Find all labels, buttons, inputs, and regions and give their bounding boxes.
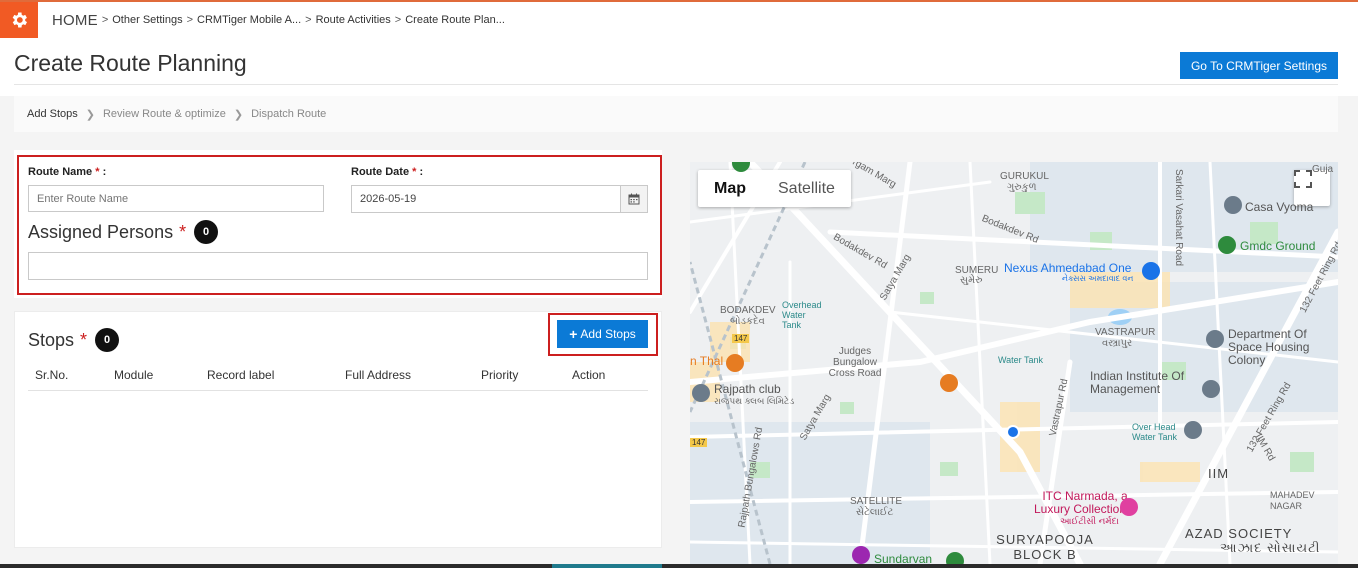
map-label-gmdc-ground: Gmdc Ground	[1240, 239, 1316, 253]
column-action: Action	[572, 368, 606, 382]
map-label-thal: n Thal	[690, 354, 724, 368]
map-label-bodakdev-guj: બોડકદેવ	[730, 316, 765, 327]
shopping-icon	[1142, 262, 1160, 280]
breadcrumb-separator: >	[101, 14, 109, 26]
map-label-gurukul: GURUKUL	[1000, 171, 1049, 182]
chevron-right-icon: ❯	[85, 108, 95, 121]
breadcrumb: HOME > Other Settings > CRMTiger Mobile …	[52, 12, 505, 29]
breadcrumb-other-settings[interactable]: Other Settings	[112, 14, 182, 26]
map-label-itc-guj: આઈટીસી નર્મદા	[1060, 516, 1119, 526]
route-date-value: 2026-05-19	[360, 193, 417, 205]
map-type-satellite-button[interactable]: Satellite	[762, 170, 851, 207]
step-dispatch-route[interactable]: Dispatch Route	[251, 108, 326, 120]
school-icon	[1202, 380, 1220, 398]
settings-gear-button[interactable]	[0, 2, 38, 38]
location-pin-icon	[1224, 196, 1242, 214]
chevron-right-icon: ❯	[233, 108, 244, 121]
current-location-icon	[1006, 425, 1020, 439]
map-label-satellite: SATELLITE	[850, 496, 903, 507]
breadcrumb-home[interactable]: HOME	[52, 12, 98, 29]
map-label-sarkari-vasahat-road: Sarkari Vasahat Road	[1173, 168, 1185, 267]
map-label-judges-bungalow: Judges Bungalow Cross Road	[828, 346, 882, 379]
cafe-icon	[940, 374, 958, 392]
map-label-azad-guj: આઝાદ સોસાયટી	[1220, 540, 1321, 555]
map-label-water-tank: Water Tank	[998, 355, 1044, 365]
map-label-satellite-guj: સેટેલાઈટ	[856, 507, 894, 518]
map-view[interactable]: Map Satellite rgam Marg GURUKUL ગુરુકુળ …	[690, 162, 1338, 564]
map-label-mahadev-nagar: MAHADEV NAGAR	[1270, 490, 1315, 511]
gear-icon	[12, 12, 28, 28]
map-type-toggle: Map Satellite	[698, 170, 851, 207]
map-label-rajpath-club: Rajpath club	[714, 382, 781, 396]
park-icon	[946, 552, 964, 564]
route-name-input[interactable]	[28, 185, 324, 212]
breadcrumb-separator: >	[186, 14, 194, 26]
step-add-stops[interactable]: Add Stops	[27, 108, 78, 120]
route-date-label: Route Date * :	[351, 166, 424, 178]
stops-table-header: Sr.No. Module Record label Full Address …	[28, 360, 648, 391]
map-label-overhead-water-tank-2: Over Head Water Tank	[1132, 422, 1178, 442]
header-divider	[14, 84, 1338, 85]
school-icon	[1184, 421, 1202, 439]
plus-icon: +	[569, 326, 578, 342]
calendar-button[interactable]	[620, 186, 647, 212]
column-priority: Priority	[481, 368, 519, 382]
column-full-address: Full Address	[345, 368, 412, 382]
map-label-sumeru-guj: સુમેરુ	[960, 275, 983, 286]
column-sr-no: Sr.No.	[35, 368, 69, 382]
fullscreen-icon	[1294, 170, 1312, 188]
route-badge-147-b: 147	[690, 438, 708, 447]
column-module: Module	[114, 368, 154, 382]
map-label-overhead-water-tank-1: Overhead Water Tank	[782, 300, 822, 330]
breadcrumb-separator: >	[394, 14, 402, 26]
wizard-steps: Add Stops ❯ Review Route & optimize ❯ Di…	[14, 96, 1338, 132]
restaurant-icon	[726, 354, 744, 372]
map-label-suryapooja: SURYAPOOJA BLOCK B	[996, 532, 1094, 562]
column-record-label: Record label	[207, 368, 275, 382]
map-label-vastrapur-guj: વસ્ત્રાપુર	[1102, 338, 1133, 349]
map-label-bodakdev: BODAKDEV	[720, 305, 776, 316]
stops-title: Stops * 0	[28, 328, 120, 352]
map-label-department-of-space: Department Of Space Housing Colony	[1228, 327, 1310, 367]
hotel-icon	[1120, 498, 1138, 516]
step-review-route[interactable]: Review Route & optimize	[103, 108, 226, 120]
location-pin-icon	[1206, 330, 1224, 348]
map-label-rajpath-guj: રાજપથ ક્લબ લિમિટેડ	[714, 396, 795, 406]
go-to-crmtiger-settings-button[interactable]: Go To CRMTiger Settings	[1180, 52, 1338, 79]
bottom-strip	[0, 564, 1358, 568]
map-label-iim-institute: Indian Institute Of Management	[1090, 369, 1185, 396]
assigned-count-badge: 0	[194, 220, 219, 244]
map-label-vastrapur: VASTRAPUR	[1095, 327, 1156, 338]
route-badge-147-a: 147	[732, 334, 750, 343]
breadcrumb-crmtiger-mobile[interactable]: CRMTiger Mobile A...	[197, 14, 301, 26]
page-header: Create Route Planning Go To CRMTiger Set…	[0, 38, 1358, 96]
breadcrumb-route-activities[interactable]: Route Activities	[316, 14, 391, 26]
breadcrumb-create-route-plan: Create Route Plan...	[405, 14, 505, 26]
map-label-gurukul-guj: ગુરુકુળ	[1007, 182, 1037, 193]
park-icon	[1218, 236, 1236, 254]
location-pin-icon	[692, 384, 710, 402]
breadcrumb-separator: >	[305, 14, 312, 26]
map-type-map-button[interactable]: Map	[698, 170, 762, 207]
map-label-azad-society: AZAD SOCIETY	[1185, 526, 1293, 541]
calendar-icon	[628, 193, 640, 205]
stops-count-badge: 0	[95, 328, 120, 352]
map-label-casa-vyoma: Casa Vyoma	[1245, 200, 1314, 214]
route-date-input[interactable]: 2026-05-19	[351, 185, 648, 213]
assigned-persons-label: Assigned Persons * 0	[28, 220, 219, 244]
page-title: Create Route Planning	[14, 50, 247, 76]
map-label-nexus-ahmedabad-one: Nexus Ahmedabad One	[1004, 261, 1132, 275]
add-stops-button[interactable]: + Add Stops	[557, 320, 648, 348]
route-name-label: Route Name * :	[28, 166, 107, 178]
map-label-iim: IIM	[1208, 466, 1230, 481]
map-label-guja: Guja	[1312, 164, 1334, 175]
assigned-persons-input[interactable]	[28, 252, 648, 280]
top-bar: HOME > Other Settings > CRMTiger Mobile …	[0, 2, 1358, 38]
poi-icon	[852, 546, 870, 564]
map-label-sundarvan: Sundarvan	[874, 552, 933, 564]
map-label-nexus-guj: નેક્સસ અમદાવાદ વન	[1062, 274, 1134, 283]
